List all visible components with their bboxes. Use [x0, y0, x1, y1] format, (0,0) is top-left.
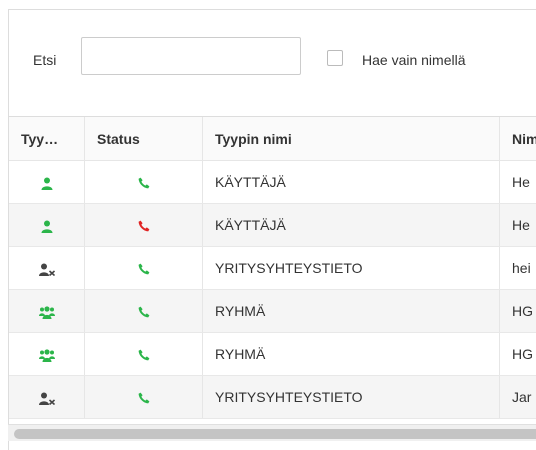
table-row[interactable]: RYHMÄ HG — [9, 290, 536, 333]
type-name-cell: KÄYTTÄJÄ — [202, 204, 499, 246]
contact-icon — [9, 247, 84, 289]
type-name-cell: KÄYTTÄJÄ — [202, 161, 499, 203]
name-only-checkbox[interactable] — [327, 50, 343, 66]
table-row[interactable]: RYHMÄ HG — [9, 333, 536, 376]
scrollbar-thumb[interactable] — [14, 429, 536, 439]
search-input[interactable] — [81, 37, 301, 75]
group-icon — [9, 333, 84, 375]
name-cell: HG — [499, 333, 536, 375]
column-header-type[interactable]: Tyy… — [9, 117, 84, 161]
name-cell: hei — [499, 247, 536, 289]
table-row[interactable]: KÄYTTÄJÄ He — [9, 161, 536, 204]
contact-icon — [9, 376, 84, 418]
grid-header: Tyy… Status Tyypin nimi Nim — [9, 116, 536, 161]
type-name-cell: RYHMÄ — [202, 290, 499, 332]
type-name-cell: YRITYSYHTEYSTIETO — [202, 376, 499, 418]
type-name-cell: RYHMÄ — [202, 333, 499, 375]
grid-body: KÄYTTÄJÄ He KÄYTTÄJÄ He YRITYSYHTEYSTIETO hei… — [9, 161, 536, 419]
table-row[interactable]: YRITYSYHTEYSTIETO hei — [9, 247, 536, 290]
table-row[interactable]: KÄYTTÄJÄ He — [9, 204, 536, 247]
user-icon — [9, 204, 84, 246]
name-cell: He — [499, 204, 536, 246]
column-header-status[interactable]: Status — [84, 117, 202, 161]
table-row[interactable]: YRITYSYHTEYSTIETO Jar — [9, 376, 536, 419]
name-cell: HG — [499, 290, 536, 332]
phone-icon — [84, 161, 202, 203]
search-label: Etsi — [33, 52, 57, 68]
user-icon — [9, 161, 84, 203]
column-header-type-name[interactable]: Tyypin nimi — [202, 117, 499, 161]
search-bar: Etsi Hae vain nimellä — [9, 10, 536, 116]
name-cell: He — [499, 161, 536, 203]
phone-icon — [84, 376, 202, 418]
column-header-name[interactable]: Nim — [499, 117, 536, 161]
phone-icon — [84, 290, 202, 332]
group-icon — [9, 290, 84, 332]
phone-icon — [84, 247, 202, 289]
results-grid: Tyy… Status Tyypin nimi Nim KÄYTTÄJÄ He KÄ… — [9, 116, 536, 419]
name-only-label[interactable]: Hae vain nimellä — [362, 52, 466, 68]
search-panel: Etsi Hae vain nimellä Tyy… Status Tyypin… — [8, 9, 536, 450]
name-cell: Jar — [499, 376, 536, 418]
type-name-cell: YRITYSYHTEYSTIETO — [202, 247, 499, 289]
phone-icon — [84, 333, 202, 375]
horizontal-scrollbar[interactable] — [8, 424, 536, 441]
phone-icon — [84, 204, 202, 246]
